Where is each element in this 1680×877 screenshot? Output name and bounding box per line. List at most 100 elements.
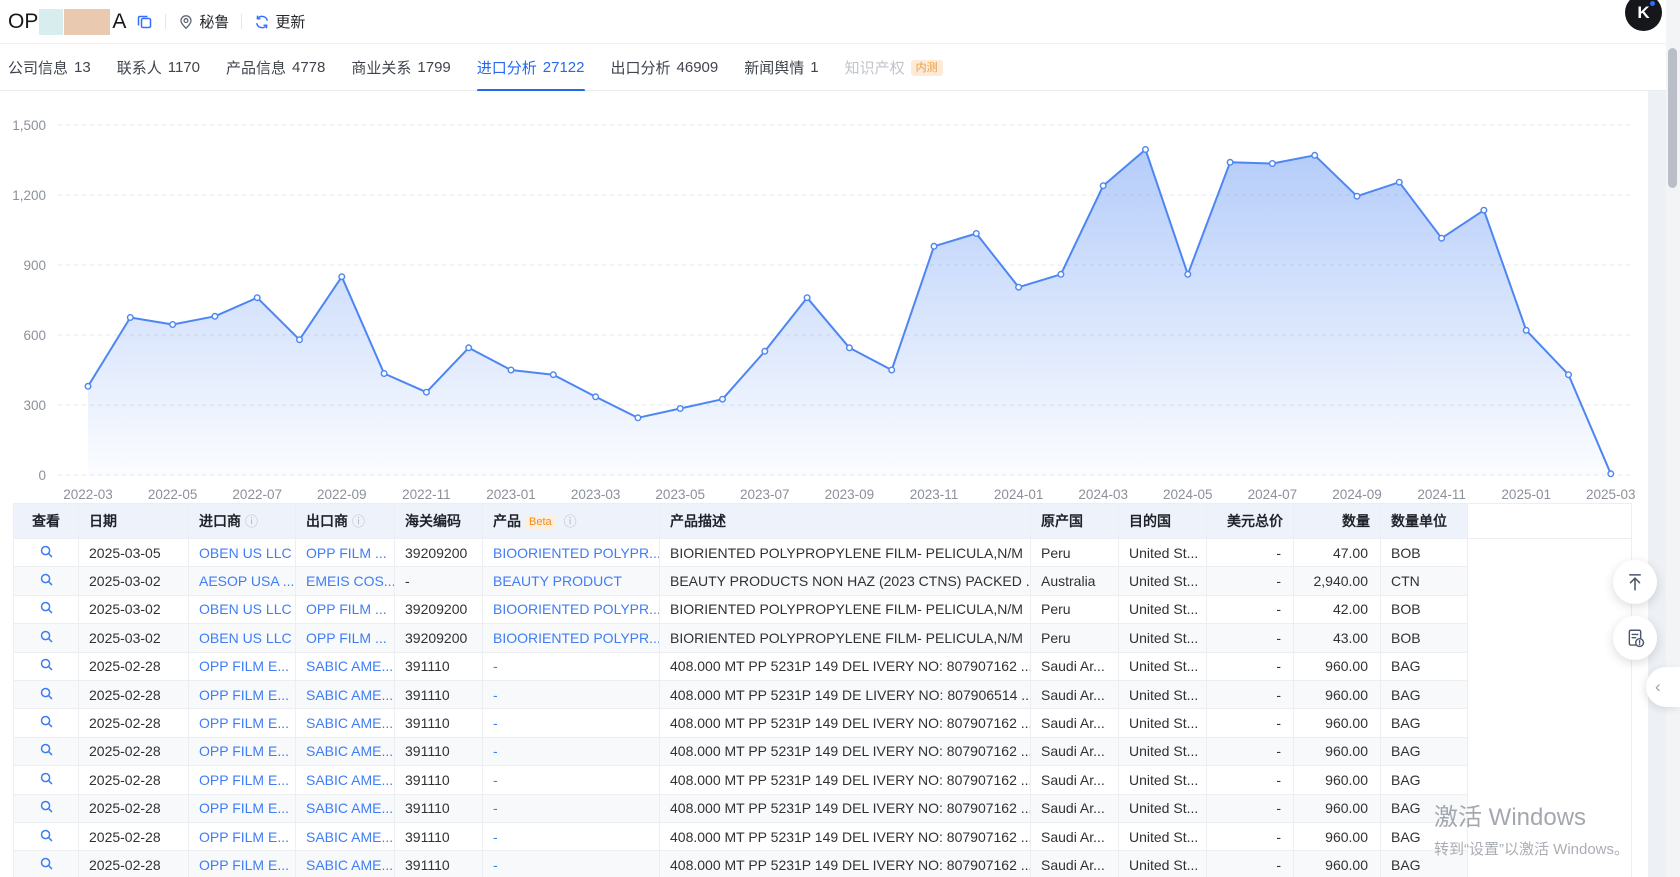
data-point[interactable]: [424, 389, 430, 395]
data-point[interactable]: [1100, 183, 1106, 189]
data-point[interactable]: [170, 322, 176, 328]
cell-product-link[interactable]: -: [483, 766, 660, 794]
cell-exporter-link[interactable]: SABIC AME...: [296, 737, 395, 765]
data-point[interactable]: [1016, 284, 1022, 290]
data-point[interactable]: [212, 314, 218, 320]
row-view-button[interactable]: [14, 567, 79, 595]
data-point[interactable]: [1354, 193, 1360, 199]
cell-exporter-link[interactable]: OPP FILM ...: [296, 595, 395, 623]
data-point[interactable]: [1566, 372, 1572, 378]
data-point[interactable]: [1523, 328, 1529, 334]
scrollbar-thumb[interactable]: [1668, 48, 1677, 188]
info-icon[interactable]: ⓘ: [352, 514, 365, 529]
tab-产品信息[interactable]: 产品信息4778: [226, 45, 325, 91]
cell-product-link[interactable]: -: [483, 794, 660, 822]
extension-logo-badge[interactable]: K: [1625, 0, 1662, 31]
cell-exporter-link[interactable]: SABIC AME...: [296, 822, 395, 850]
row-view-button[interactable]: [14, 624, 79, 652]
vertical-scrollbar[interactable]: [1666, 0, 1680, 877]
cell-importer-link[interactable]: OPP FILM E...: [189, 652, 296, 680]
data-point[interactable]: [931, 244, 937, 250]
cell-exporter-link[interactable]: SABIC AME...: [296, 680, 395, 708]
data-point[interactable]: [508, 367, 514, 373]
cell-importer-link[interactable]: OPP FILM E...: [189, 680, 296, 708]
cell-product-link[interactable]: -: [483, 737, 660, 765]
cell-product-link[interactable]: -: [483, 709, 660, 737]
row-view-button[interactable]: [14, 652, 79, 680]
data-point[interactable]: [635, 415, 641, 421]
tab-联系人[interactable]: 联系人1170: [117, 45, 200, 91]
data-point[interactable]: [847, 345, 853, 351]
cell-importer-link[interactable]: OPP FILM E...: [189, 851, 296, 877]
cell-importer-link[interactable]: OBEN US LLC: [189, 624, 296, 652]
tab-商业关系[interactable]: 商业关系1799: [351, 45, 450, 91]
cell-importer-link[interactable]: OPP FILM E...: [189, 737, 296, 765]
tab-新闻舆情[interactable]: 新闻舆情1: [744, 45, 818, 91]
cell-exporter-link[interactable]: SABIC AME...: [296, 851, 395, 877]
cell-product-link[interactable]: -: [483, 851, 660, 877]
cell-exporter-link[interactable]: OPP FILM ...: [296, 539, 395, 567]
data-point[interactable]: [1608, 471, 1614, 477]
data-point[interactable]: [677, 406, 683, 412]
data-point[interactable]: [804, 295, 810, 301]
cell-exporter-link[interactable]: EMEIS COS...: [296, 567, 395, 595]
cell-product-link[interactable]: -: [483, 652, 660, 680]
cell-exporter-link[interactable]: SABIC AME...: [296, 766, 395, 794]
data-point[interactable]: [889, 367, 895, 373]
data-point[interactable]: [1185, 272, 1191, 278]
cell-exporter-link[interactable]: SABIC AME...: [296, 709, 395, 737]
data-point[interactable]: [974, 231, 980, 237]
cell-importer-link[interactable]: OPP FILM E...: [189, 766, 296, 794]
data-point[interactable]: [339, 274, 345, 280]
data-point[interactable]: [1481, 207, 1487, 213]
cell-importer-link[interactable]: OBEN US LLC: [189, 595, 296, 623]
cell-product-link[interactable]: BIOORIENTED POLYPR...: [483, 539, 660, 567]
data-point[interactable]: [1439, 235, 1445, 241]
update-button[interactable]: 更新: [254, 11, 305, 32]
data-point[interactable]: [1270, 161, 1276, 167]
data-point[interactable]: [128, 315, 134, 321]
row-view-button[interactable]: [14, 595, 79, 623]
data-point[interactable]: [551, 372, 557, 378]
tab-公司信息[interactable]: 公司信息13: [8, 45, 91, 91]
row-view-button[interactable]: [14, 539, 79, 567]
data-point[interactable]: [381, 371, 387, 377]
back-to-top-button[interactable]: [1613, 560, 1657, 604]
row-view-button[interactable]: [14, 851, 79, 877]
data-point[interactable]: [593, 394, 599, 400]
data-point[interactable]: [85, 384, 91, 390]
row-view-button[interactable]: [14, 680, 79, 708]
cell-importer-link[interactable]: OPP FILM E...: [189, 709, 296, 737]
data-point[interactable]: [1227, 160, 1233, 166]
data-point[interactable]: [1312, 153, 1318, 159]
side-panel-collapse-handle[interactable]: ‹: [1646, 667, 1680, 707]
cell-importer-link[interactable]: OBEN US LLC: [189, 539, 296, 567]
copy-icon[interactable]: [136, 13, 153, 30]
data-point[interactable]: [720, 396, 726, 402]
cell-importer-link[interactable]: OPP FILM E...: [189, 822, 296, 850]
row-view-button[interactable]: [14, 737, 79, 765]
area-chart-canvas[interactable]: 03006009001,2001,5002022-032022-052022-0…: [0, 91, 1640, 503]
data-point[interactable]: [762, 349, 768, 355]
row-view-button[interactable]: [14, 709, 79, 737]
cell-product-link[interactable]: BIOORIENTED POLYPR...: [483, 624, 660, 652]
data-point[interactable]: [1058, 272, 1064, 278]
info-icon[interactable]: ⓘ: [245, 514, 258, 529]
tab-出口分析[interactable]: 出口分析46909: [611, 45, 719, 91]
cell-importer-link[interactable]: OPP FILM E...: [189, 794, 296, 822]
data-point[interactable]: [254, 295, 260, 301]
data-point[interactable]: [1397, 179, 1403, 185]
row-view-button[interactable]: [14, 766, 79, 794]
cell-product-link[interactable]: -: [483, 822, 660, 850]
cell-product-link[interactable]: BEAUTY PRODUCT: [483, 567, 660, 595]
tab-知识产权[interactable]: 知识产权内测: [845, 45, 943, 91]
cell-exporter-link[interactable]: SABIC AME...: [296, 652, 395, 680]
row-view-button[interactable]: [14, 794, 79, 822]
cell-exporter-link[interactable]: SABIC AME...: [296, 794, 395, 822]
cell-product-link[interactable]: BIOORIENTED POLYPR...: [483, 595, 660, 623]
data-point[interactable]: [1143, 147, 1149, 153]
row-view-button[interactable]: [14, 822, 79, 850]
cell-exporter-link[interactable]: OPP FILM ...: [296, 624, 395, 652]
import-trend-chart[interactable]: 03006009001,2001,5002022-032022-052022-0…: [0, 91, 1648, 503]
info-icon[interactable]: ⓘ: [564, 514, 577, 529]
